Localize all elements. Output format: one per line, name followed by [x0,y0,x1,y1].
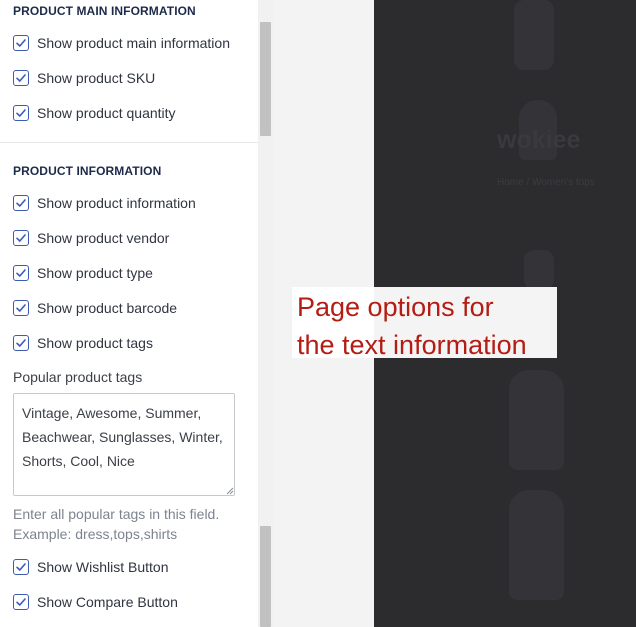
section-divider [0,142,258,143]
option-label: Show Compare Button [37,594,178,610]
preview-brand-logo: wokiee [497,126,581,154]
option-show-main-information[interactable]: Show product main information [13,34,230,52]
popular-tags-help: Enter all popular tags in this field. Ex… [13,506,220,542]
checkbox-checked-icon[interactable] [13,230,29,246]
checkbox-checked-icon[interactable] [13,35,29,51]
preview-breadcrumb: Home / Women's tops [497,177,595,188]
option-show-wishlist-button[interactable]: Show Wishlist Button [13,558,169,576]
callout-line: Page options for [297,292,494,322]
scrollbar-thumb[interactable] [260,22,271,136]
option-show-vendor[interactable]: Show product vendor [13,229,169,247]
option-label: Show Wishlist Button [37,559,169,575]
checkbox-checked-icon[interactable] [13,594,29,610]
section-title-main-information: PRODUCT MAIN INFORMATION [13,4,196,18]
panel-scrollbar[interactable] [258,0,273,627]
option-label: Show product vendor [37,230,170,246]
option-label: Show product information [37,195,196,211]
annotation-callout: Page options for the text information [292,287,557,360]
checkbox-checked-icon[interactable] [13,105,29,121]
checkbox-checked-icon[interactable] [13,335,29,351]
option-show-quantity[interactable]: Show product quantity [13,104,176,122]
checkbox-checked-icon[interactable] [13,559,29,575]
popular-tags-label: Popular product tags [13,369,143,385]
preview-product-image [514,0,554,70]
checkbox-checked-icon[interactable] [13,195,29,211]
settings-panel: PRODUCT MAIN INFORMATION Show product ma… [0,0,258,627]
checkbox-checked-icon[interactable] [13,265,29,281]
option-show-type[interactable]: Show product type [13,264,153,282]
option-label: Show product main information [37,35,230,51]
option-label: Show product quantity [37,105,176,121]
option-show-tags[interactable]: Show product tags [13,334,153,352]
checkbox-checked-icon[interactable] [13,70,29,86]
option-label: Show product barcode [37,300,178,316]
preview-product-image [509,370,564,470]
option-show-barcode[interactable]: Show product barcode [13,299,177,317]
option-label: Show product type [37,265,153,281]
option-show-compare-button[interactable]: Show Compare Button [13,593,178,611]
popular-tags-textarea[interactable]: Vintage, Awesome, Summer, Beachwear, Sun… [13,393,235,496]
option-show-sku[interactable]: Show product SKU [13,69,155,87]
callout-line: the text information [297,330,527,360]
option-label: Show product SKU [37,70,156,86]
scrollbar-thumb-lower[interactable] [260,526,271,627]
option-show-product-information[interactable]: Show product information [13,194,196,212]
preview-product-image [509,490,564,600]
checkbox-checked-icon[interactable] [13,300,29,316]
section-title-product-information: PRODUCT INFORMATION [13,164,162,178]
option-label: Show product tags [37,335,153,351]
preview-product-image [524,250,554,290]
resize-grip-icon[interactable] [226,487,234,495]
